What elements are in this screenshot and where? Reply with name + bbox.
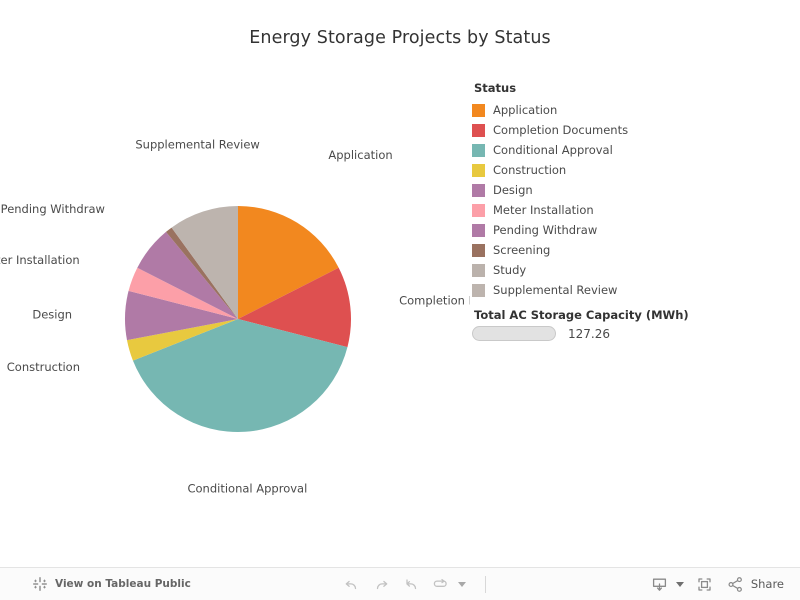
legend-swatch (472, 163, 485, 177)
legend-swatch (472, 203, 485, 217)
pie-slices[interactable] (124, 206, 351, 432)
refresh-button[interactable] (427, 571, 457, 597)
legend-item-label: Screening (493, 243, 551, 257)
legend-item[interactable]: Application (472, 100, 782, 120)
download-button[interactable] (645, 571, 675, 597)
capacity-filter: Total AC Storage Capacity (MWh) 127.26 (472, 308, 782, 341)
redo-icon (377, 580, 388, 589)
capacity-filter-value: 127.26 (568, 326, 610, 341)
legend-title: Status (474, 81, 517, 95)
toolbar-center-group (191, 571, 645, 597)
legend-item[interactable]: Pending Withdraw (472, 220, 782, 240)
legend-swatch (472, 143, 485, 157)
download-icon (653, 578, 667, 591)
legend-item[interactable]: Study (472, 260, 782, 280)
legend-swatch (472, 123, 485, 137)
legend-item[interactable]: Construction (472, 160, 782, 180)
capacity-range-slider[interactable] (472, 326, 556, 341)
legend-item-label: Application (493, 103, 558, 117)
pie-chart-svg[interactable]: Application Completion Documents Condition… (0, 60, 470, 530)
capacity-filter-control[interactable]: 127.26 (472, 326, 782, 341)
legend-item[interactable]: Meter Installation (472, 200, 782, 220)
legend-item-label: Design (493, 183, 533, 197)
toolbar-divider (484, 575, 486, 593)
share-button[interactable]: Share (726, 575, 784, 594)
legend-swatch (472, 243, 485, 257)
tableau-logo-icon (33, 577, 47, 591)
legend-item[interactable]: Completion Documents (472, 120, 782, 140)
pie-slice-label: Conditional Approval (187, 482, 307, 496)
share-icon (728, 576, 742, 592)
share-label: Share (750, 577, 784, 591)
view-on-tableau-public-button[interactable]: View on Tableau Public (32, 576, 191, 592)
pie-slice-label: Design (32, 307, 72, 321)
legend-swatch (472, 223, 485, 237)
undo-icon (345, 580, 357, 589)
pie-slice-label: Application (328, 148, 392, 162)
legend-items[interactable]: Application Completion Documents Condition… (472, 100, 782, 300)
legend-item-label: Conditional Approval (493, 143, 613, 157)
refresh-icon (434, 578, 447, 587)
refresh-dropdown-caret-icon[interactable] (457, 581, 466, 587)
pie-slice-label: Completion Documents (399, 294, 470, 308)
toolbar-right-group: Share (645, 571, 784, 597)
legend-item-label: Pending Withdraw (493, 223, 598, 237)
legend-item[interactable]: Screening (472, 240, 782, 260)
capacity-filter-title: Total AC Storage Capacity (MWh) (474, 308, 689, 322)
bottom-toolbar: View on Tableau Public Share (0, 567, 800, 600)
legend-swatch (472, 183, 485, 197)
download-dropdown-caret-icon[interactable] (675, 581, 684, 587)
pie-slice-label: Construction (7, 360, 80, 374)
revert-icon (406, 578, 417, 589)
pie-slice-label: Pending Withdraw (1, 202, 105, 216)
legend-item[interactable]: Supplemental Review (472, 280, 782, 300)
fullscreen-button[interactable] (690, 571, 720, 597)
undo-button[interactable] (337, 571, 367, 597)
legend: Status Application Completion Documents Co… (472, 81, 782, 300)
legend-item[interactable]: Conditional Approval (472, 140, 782, 160)
page-title: Energy Storage Projects by Status (249, 28, 551, 48)
legend-item-label: Study (493, 263, 527, 277)
chart-area: Application Completion Documents Condition… (0, 60, 800, 560)
pie-chart[interactable]: Application Completion Documents Condition… (0, 60, 470, 530)
legend-item-label: Supplemental Review (493, 283, 618, 297)
legend-item-label: Meter Installation (493, 203, 594, 217)
view-on-tableau-public-label: View on Tableau Public (55, 578, 191, 590)
legend-item[interactable]: Design (472, 180, 782, 200)
pie-slice-label: Supplemental Review (135, 137, 259, 151)
fullscreen-icon (698, 577, 711, 591)
legend-item-label: Construction (493, 163, 567, 177)
pie-slice-label: Meter Installation (0, 253, 80, 267)
legend-swatch (472, 263, 485, 277)
legend-swatch (472, 283, 485, 297)
redo-button[interactable] (367, 571, 397, 597)
legend-swatch (472, 103, 485, 117)
legend-item-label: Completion Documents (493, 123, 629, 137)
revert-button[interactable] (397, 571, 427, 597)
